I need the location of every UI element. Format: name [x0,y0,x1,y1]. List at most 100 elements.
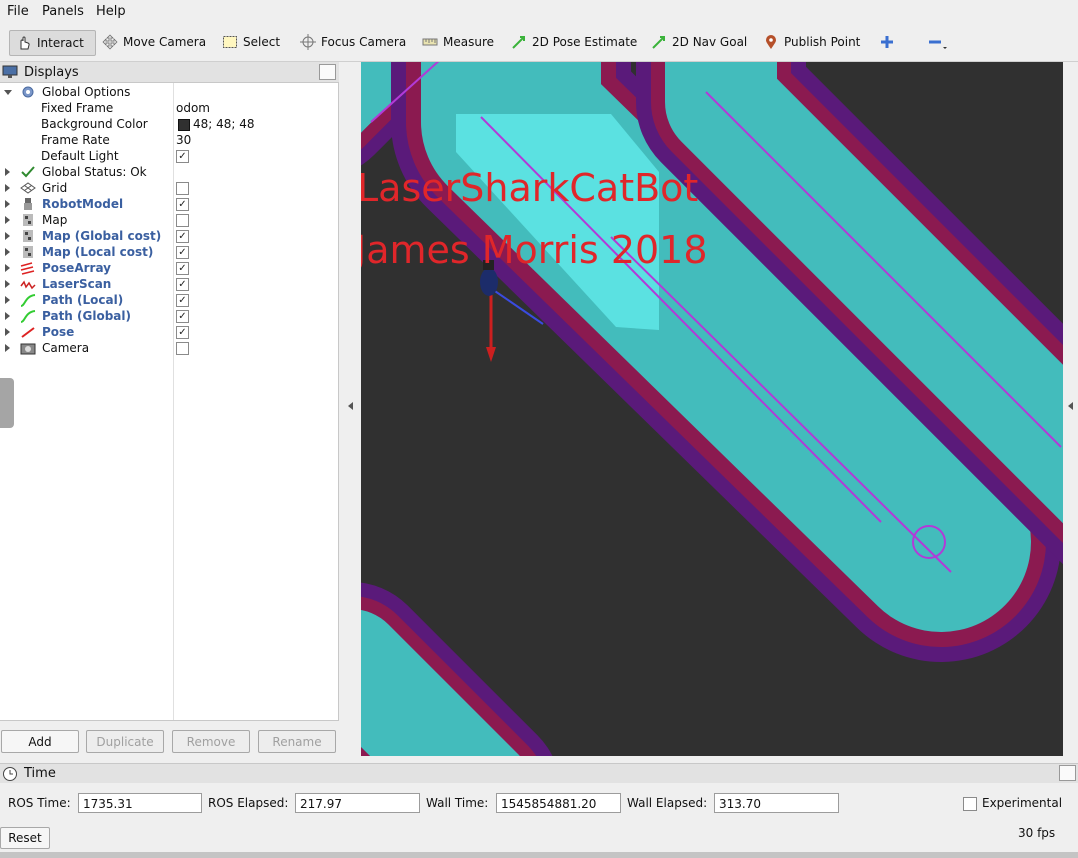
tree-row-background-color[interactable]: Background Color 48; 48; 48 [0,116,338,132]
grid-icon [20,182,36,194]
move-camera-label: Move Camera [123,35,207,49]
expander-closed-icon[interactable] [5,184,10,192]
crosshair-icon [300,34,316,50]
render-viewport[interactable]: LaserSharkCatBot James Morris 2018 [361,62,1063,756]
column-divider[interactable] [173,83,174,720]
tree-row-robotmodel[interactable]: RobotModel ✓ [0,196,338,212]
map-global-cost-checkbox[interactable]: ✓ [176,230,189,243]
robotmodel-checkbox[interactable]: ✓ [176,198,189,211]
rename-display-button[interactable]: Rename [258,730,336,753]
ros-elapsed-field[interactable]: 217.97 [295,793,420,813]
tree-label: Grid [42,181,68,195]
color-swatch [178,119,190,131]
tree-label: Path (Global) [42,309,132,323]
collapse-left-icon[interactable] [348,402,353,410]
ros-time-field[interactable]: 1735.31 [78,793,202,813]
tree-row-map-global-cost[interactable]: Map (Global cost) ✓ [0,228,338,244]
expander-closed-icon[interactable] [5,216,10,224]
expander-closed-icon[interactable] [5,328,10,336]
collapse-right-icon[interactable] [1068,402,1073,410]
tool-properties-handle[interactable] [0,378,14,428]
tree-row-global-status[interactable]: Global Status: Ok [0,164,338,180]
interact-tool-button[interactable]: Interact [9,30,96,56]
tree-row-map-local-cost[interactable]: Map (Local cost) ✓ [0,244,338,260]
expander-closed-icon[interactable] [5,280,10,288]
displays-tree: Global Options Fixed Frame odom Backgrou… [0,83,339,721]
expander-closed-icon[interactable] [5,264,10,272]
map-icon [23,214,33,226]
expander-closed-icon[interactable] [5,296,10,304]
tree-row-default-light[interactable]: Default Light ✓ [0,148,338,164]
focus-camera-button[interactable]: Focus Camera [294,30,412,54]
measure-tool-button[interactable]: Measure [416,30,500,54]
tree-row-fixed-frame[interactable]: Fixed Frame odom [0,100,338,116]
path-global-checkbox[interactable]: ✓ [176,310,189,323]
expander-open-icon[interactable] [4,90,12,95]
pose-estimate-label: 2D Pose Estimate [532,35,638,49]
expander-closed-icon[interactable] [5,248,10,256]
move-camera-button[interactable]: Move Camera [96,30,212,54]
expander-closed-icon[interactable] [5,168,10,176]
robot-icon [24,198,32,210]
map-checkbox[interactable] [176,214,189,227]
laserscan-checkbox[interactable]: ✓ [176,278,189,291]
ros-time-label: ROS Time: [8,796,71,810]
expander-closed-icon[interactable] [5,232,10,240]
add-display-button[interactable]: Add [1,730,79,753]
tree-row-path-global[interactable]: Path (Global) ✓ [0,308,338,324]
expander-closed-icon[interactable] [5,312,10,320]
select-tool-button[interactable]: Select [216,30,286,54]
tree-label: Default Light [41,149,119,163]
gear-icon [22,86,34,98]
focus-camera-label: Focus Camera [321,35,407,49]
publish-point-button[interactable]: Publish Point [757,30,866,54]
wall-time-field[interactable]: 1545854881.20 [496,793,621,813]
checkmark-icon [21,166,35,178]
background-color-value[interactable]: 48; 48; 48 [193,116,255,132]
fixed-frame-value[interactable]: odom [176,100,210,116]
status-bar [0,852,1078,858]
path-local-checkbox[interactable]: ✓ [176,294,189,307]
expander-closed-icon[interactable] [5,200,10,208]
remove-display-button[interactable]: Remove [172,730,250,753]
nav-goal-button[interactable]: 2D Nav Goal [645,30,753,54]
panel-float-button[interactable] [1059,765,1076,781]
duplicate-display-button[interactable]: Duplicate [86,730,164,753]
remove-tool-button[interactable] [921,30,955,54]
tree-row-camera[interactable]: Camera [0,340,338,356]
add-tool-button[interactable] [873,30,901,54]
frame-rate-value[interactable]: 30 [176,132,191,148]
panel-float-button[interactable] [319,64,336,80]
menu-file[interactable]: File [7,4,29,19]
tree-row-path-local[interactable]: Path (Local) ✓ [0,292,338,308]
time-title: Time [24,766,56,781]
menu-help[interactable]: Help [96,4,126,19]
monitor-icon [2,65,18,78]
grid-checkbox[interactable] [176,182,189,195]
pose-array-icon [20,262,35,275]
posearray-checkbox[interactable]: ✓ [176,262,189,275]
camera-icon [20,343,36,355]
tree-row-global-options[interactable]: Global Options [0,84,338,100]
toolbar: Interact Move Camera Select Focus Camera… [0,24,1078,62]
menu-panels[interactable]: Panels [42,4,84,19]
expander-closed-icon[interactable] [5,344,10,352]
tree-row-grid[interactable]: Grid [0,180,338,196]
tree-row-map[interactable]: Map [0,212,338,228]
wall-elapsed-field[interactable]: 313.70 [714,793,839,813]
pose-checkbox[interactable]: ✓ [176,326,189,339]
tree-row-frame-rate[interactable]: Frame Rate 30 [0,132,338,148]
tree-row-pose[interactable]: Pose ✓ [0,324,338,340]
tree-label: Global Status: Ok [42,165,147,179]
hand-pointer-icon [20,36,30,50]
tree-label: Pose [42,325,75,339]
default-light-checkbox[interactable]: ✓ [176,150,189,163]
pose-arrow-icon [21,327,35,338]
camera-checkbox[interactable] [176,342,189,355]
map-local-cost-checkbox[interactable]: ✓ [176,246,189,259]
pose-estimate-button[interactable]: 2D Pose Estimate [505,30,643,54]
tree-row-laserscan[interactable]: LaserScan ✓ [0,276,338,292]
reset-button[interactable]: Reset [0,827,50,849]
experimental-checkbox[interactable] [963,797,977,811]
tree-row-posearray[interactable]: PoseArray ✓ [0,260,338,276]
